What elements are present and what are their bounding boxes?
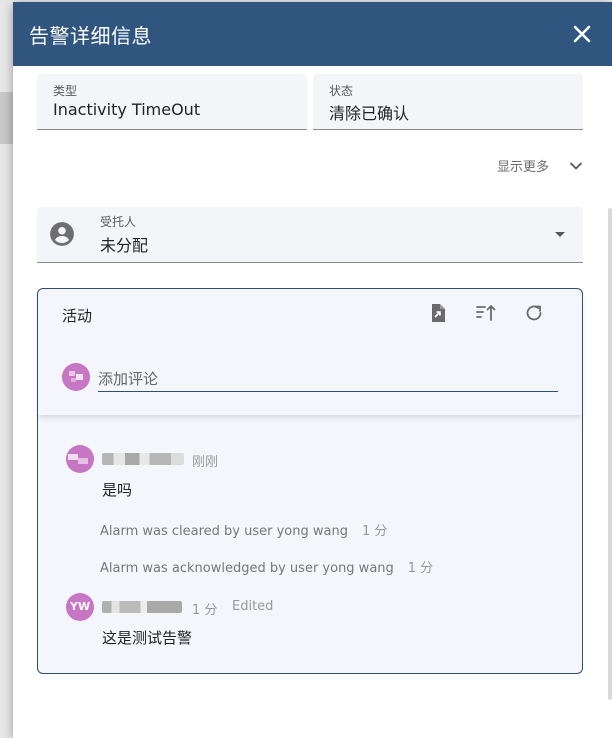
avatar-pattern: [69, 371, 83, 382]
activity-list: 刚刚 是吗 Alarm was cleared by user yong wan…: [37, 414, 583, 674]
comment-text: 是吗: [102, 481, 133, 499]
type-field: 类型 Inactivity TimeOut: [37, 74, 307, 130]
dropdown-arrow-icon: [555, 232, 565, 237]
system-message: Alarm was acknowledged by user yong wang…: [100, 557, 433, 576]
assignee-select[interactable]: 受托人 未分配: [37, 207, 583, 263]
system-message-time: 1 分: [361, 524, 388, 539]
export-button[interactable]: [426, 301, 450, 325]
comment-time: 1 分: [192, 603, 218, 618]
account-circle-icon: [50, 222, 74, 246]
type-label: 类型: [53, 84, 78, 98]
avatar-initials: YW: [70, 600, 91, 613]
scrollbar[interactable]: [608, 208, 612, 700]
activity-panel-header: 活动: [37, 288, 583, 415]
refresh-icon: [526, 305, 542, 321]
backdrop: [0, 92, 14, 144]
assignee-label: 受托人: [100, 215, 137, 229]
sort-button[interactable]: [474, 301, 498, 325]
system-message-text: Alarm was cleared by user yong wang: [100, 524, 348, 539]
dialog-title: 告警详细信息: [29, 24, 152, 48]
avatar-pattern: [68, 454, 88, 464]
status-value: 清除已确认: [329, 104, 410, 123]
alarm-details-dialog: 告警详细信息 类型 Inactivity TimeOut 状态 清除已确认 显示…: [13, 2, 612, 738]
avatar: [62, 363, 90, 391]
system-message-time: 1 分: [407, 561, 434, 576]
dialog-header: 告警详细信息: [13, 2, 612, 66]
close-button[interactable]: [566, 18, 598, 50]
close-icon: [573, 25, 591, 43]
avatar: YW: [66, 593, 94, 621]
username-blurred: [102, 453, 184, 465]
edited-label: Edited: [232, 599, 274, 614]
status-field: 状态 清除已确认: [313, 74, 583, 130]
show-more-link[interactable]: 显示更多: [497, 156, 549, 175]
chevron-down-icon[interactable]: [569, 159, 583, 173]
comment-text: 这是测试告警: [102, 629, 193, 647]
status-label: 状态: [329, 84, 354, 98]
comment-input[interactable]: [98, 367, 558, 392]
refresh-button[interactable]: [522, 301, 546, 325]
avatar: [66, 445, 94, 473]
activity-title: 活动: [62, 307, 93, 325]
system-message-text: Alarm was acknowledged by user yong wang: [100, 561, 394, 576]
assignee-value: 未分配: [100, 236, 149, 255]
comment-time: 刚刚: [192, 455, 219, 470]
username-blurred: [102, 601, 182, 613]
type-value: Inactivity TimeOut: [53, 100, 201, 119]
file-export-icon: [432, 304, 445, 322]
system-message: Alarm was cleared by user yong wang 1 分: [100, 520, 387, 539]
sort-ascending-icon: [476, 305, 496, 321]
